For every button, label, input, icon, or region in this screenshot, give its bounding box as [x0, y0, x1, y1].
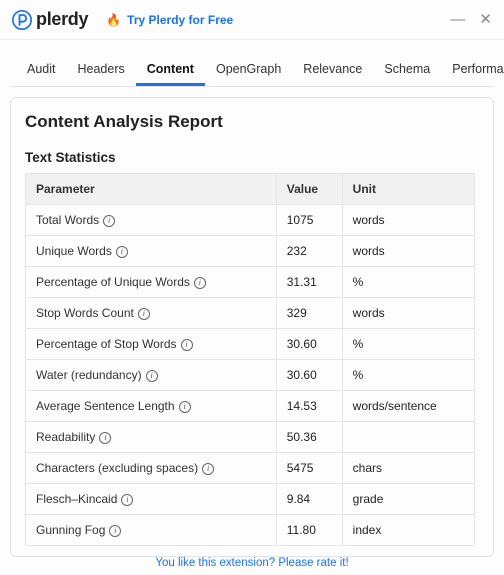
page-title: Content Analysis Report: [25, 112, 475, 132]
tab-schema[interactable]: Schema: [373, 52, 441, 86]
rate-link[interactable]: You like this extension? Please rate it!: [155, 557, 348, 569]
value-cell: 232: [276, 236, 342, 267]
table-row: Percentage of Stop Wordsi30.60%: [26, 329, 475, 360]
value-cell: 1075: [276, 205, 342, 236]
cta-try-free[interactable]: 🔥 Try Plerdy for Free: [106, 13, 233, 27]
value-cell: 329: [276, 298, 342, 329]
info-icon[interactable]: i: [103, 215, 115, 227]
table-row: Gunning Fogi11.80index: [26, 515, 475, 546]
param-cell: Average Sentence Lengthi: [26, 391, 277, 422]
info-icon[interactable]: i: [99, 432, 111, 444]
info-icon[interactable]: i: [116, 246, 128, 258]
fire-icon: 🔥: [106, 13, 121, 27]
table-row: Total Wordsi1075words: [26, 205, 475, 236]
info-icon[interactable]: i: [138, 308, 150, 320]
unit-cell: words: [342, 236, 474, 267]
table-row: Percentage of Unique Wordsi31.31%: [26, 267, 475, 298]
text-statistics-table: ParameterValueUnit Total Wordsi1075words…: [25, 173, 475, 546]
tab-audit[interactable]: Audit: [16, 52, 67, 86]
unit-cell: words: [342, 205, 474, 236]
minimize-icon[interactable]: —: [450, 12, 465, 27]
unit-cell: words: [342, 298, 474, 329]
value-cell: 11.80: [276, 515, 342, 546]
table-row: Characters (excluding spaces)i5475chars: [26, 453, 475, 484]
brand-logo: plerdy: [12, 9, 88, 30]
cta-label: Try Plerdy for Free: [127, 13, 233, 27]
tab-relevance[interactable]: Relevance: [292, 52, 373, 86]
param-cell: Total Wordsi: [26, 205, 277, 236]
tab-opengraph[interactable]: OpenGraph: [205, 52, 292, 86]
table-row: Readabilityi50.36: [26, 422, 475, 453]
info-icon[interactable]: i: [146, 370, 158, 382]
param-cell: Stop Words Counti: [26, 298, 277, 329]
info-icon[interactable]: i: [109, 525, 121, 537]
param-cell: Unique Wordsi: [26, 236, 277, 267]
unit-cell: %: [342, 360, 474, 391]
table-row: Unique Wordsi232words: [26, 236, 475, 267]
unit-cell: words/sentence: [342, 391, 474, 422]
unit-cell: [342, 422, 474, 453]
table-row: Flesch–Kincaidi9.84grade: [26, 484, 475, 515]
table-row: Water (redundancy)i30.60%: [26, 360, 475, 391]
unit-cell: %: [342, 329, 474, 360]
close-icon[interactable]: ✕: [479, 12, 492, 27]
param-cell: Percentage of Unique Wordsi: [26, 267, 277, 298]
info-icon[interactable]: i: [202, 463, 214, 475]
tab-headers[interactable]: Headers: [67, 52, 136, 86]
param-cell: Characters (excluding spaces)i: [26, 453, 277, 484]
table-row: Average Sentence Lengthi14.53words/sente…: [26, 391, 475, 422]
footer: You like this extension? Please rate it!: [0, 557, 504, 569]
plerdy-logo-icon: [12, 10, 32, 30]
param-cell: Readabilityi: [26, 422, 277, 453]
unit-cell: index: [342, 515, 474, 546]
value-cell: 5475: [276, 453, 342, 484]
info-icon[interactable]: i: [121, 494, 133, 506]
info-icon[interactable]: i: [194, 277, 206, 289]
param-cell: Gunning Fogi: [26, 515, 277, 546]
value-cell: 50.36: [276, 422, 342, 453]
value-cell: 9.84: [276, 484, 342, 515]
column-header: Parameter: [26, 174, 277, 205]
param-cell: Flesch–Kincaidi: [26, 484, 277, 515]
tab-performance[interactable]: Performance: [441, 52, 504, 86]
param-cell: Water (redundancy)i: [26, 360, 277, 391]
section-text-statistics: Text Statistics: [25, 150, 475, 165]
brand-name: plerdy: [36, 9, 88, 30]
value-cell: 30.60: [276, 360, 342, 391]
info-icon[interactable]: i: [181, 339, 193, 351]
content-panel: Content Analysis Report Text Statistics …: [10, 97, 494, 557]
column-header: Value: [276, 174, 342, 205]
scroll-area[interactable]: Content Analysis Report Text Statistics …: [25, 112, 479, 556]
column-header: Unit: [342, 174, 474, 205]
window-controls: — ✕: [450, 12, 492, 27]
tab-bar: AuditHeadersContentOpenGraphRelevanceSch…: [10, 52, 494, 87]
unit-cell: grade: [342, 484, 474, 515]
tab-content[interactable]: Content: [136, 52, 205, 86]
param-cell: Percentage of Stop Wordsi: [26, 329, 277, 360]
unit-cell: chars: [342, 453, 474, 484]
info-icon[interactable]: i: [179, 401, 191, 413]
value-cell: 14.53: [276, 391, 342, 422]
topbar: plerdy 🔥 Try Plerdy for Free — ✕: [0, 0, 504, 40]
table-row: Stop Words Counti329words: [26, 298, 475, 329]
value-cell: 31.31: [276, 267, 342, 298]
value-cell: 30.60: [276, 329, 342, 360]
unit-cell: %: [342, 267, 474, 298]
